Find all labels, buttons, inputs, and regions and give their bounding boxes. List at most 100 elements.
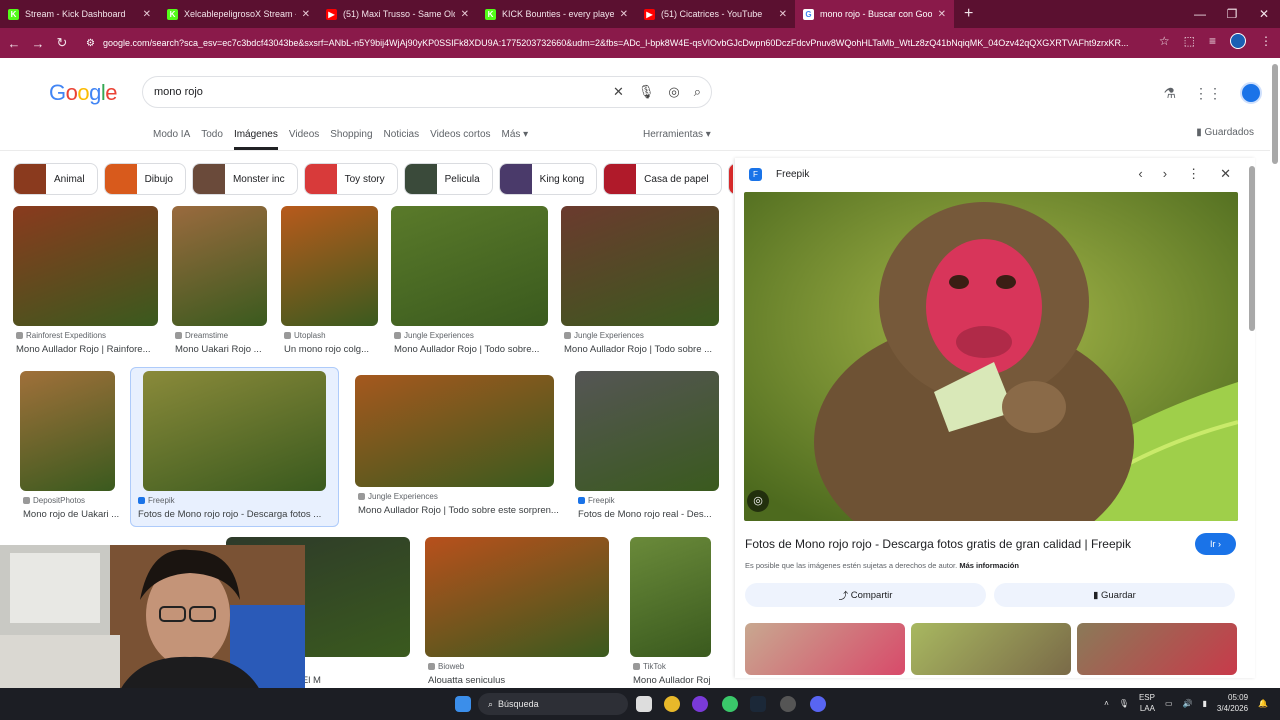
taskbar-search[interactable]: ⌕ Búsqueda	[478, 693, 628, 715]
browser-tab[interactable]: Gmono rojo - Buscar con Google ✕	[795, 0, 954, 28]
result-thumbnail[interactable]	[391, 206, 548, 326]
result-source[interactable]: Jungle Experiences	[564, 331, 644, 340]
restore-icon[interactable]: ❐	[1216, 7, 1248, 21]
result-thumbnail[interactable]	[355, 375, 554, 487]
result-thumbnail[interactable]	[281, 206, 378, 326]
saved-button[interactable]: ▮ Guardados	[1196, 127, 1254, 138]
related-image[interactable]	[911, 623, 1071, 675]
app-icon[interactable]	[692, 696, 708, 712]
filter-tab[interactable]: Videos	[289, 129, 319, 150]
close-panel-icon[interactable]: ✕	[1220, 166, 1231, 182]
share-button[interactable]: ⤴ Compartir	[745, 583, 986, 607]
visual-search-icon[interactable]: ◎	[747, 490, 769, 512]
page-scrollbar[interactable]	[1270, 58, 1280, 688]
suggestion-chip[interactable]: Pelicula	[403, 163, 493, 195]
url-field[interactable]: ⚙ google.com/search?sca_esv=ec7c3bdcf430…	[86, 33, 1136, 53]
more-info-link[interactable]: Más información	[959, 561, 1019, 570]
result-source[interactable]: Freepik	[138, 496, 175, 505]
notifications-icon[interactable]: 🔔	[1258, 699, 1268, 708]
browser-tab[interactable]: K KICK Bounties - every player fo ✕	[477, 0, 636, 28]
new-tab-button[interactable]: +	[964, 5, 973, 23]
result-thumbnail[interactable]	[575, 371, 719, 491]
tab-close-icon[interactable]: ✕	[620, 9, 628, 20]
suggestion-chip[interactable]: Dibujo	[103, 163, 186, 195]
filter-tab[interactable]: Modo IA	[153, 129, 190, 150]
result-caption[interactable]: Fotos de Mono rojo rojo - Descarga fotos…	[138, 509, 323, 520]
result-thumbnail[interactable]	[13, 206, 158, 326]
preview-image[interactable]	[744, 192, 1238, 521]
google-logo[interactable]: Google	[49, 80, 118, 106]
language-indicator[interactable]: ESP LAA	[1139, 692, 1155, 714]
result-thumbnail[interactable]	[143, 371, 326, 491]
save-button[interactable]: ▮ Guardar	[994, 583, 1235, 607]
settings-icon[interactable]	[780, 696, 796, 712]
result-thumbnail[interactable]	[172, 206, 267, 326]
result-source[interactable]: Jungle Experiences	[358, 492, 438, 501]
tab-close-icon[interactable]: ✕	[779, 9, 787, 20]
result-caption[interactable]: Mono Aullador Roj	[633, 675, 743, 686]
media-icon[interactable]: ≡	[1209, 34, 1216, 48]
browser-menu-icon[interactable]: ⋮	[1260, 34, 1272, 48]
visit-button[interactable]: Ir ›	[1195, 533, 1236, 555]
suggestion-chip[interactable]: Monster inc	[191, 163, 298, 195]
filter-tab[interactable]: Más ▾	[502, 129, 529, 150]
suggestion-chip[interactable]: Casa de papel	[603, 163, 722, 195]
extensions-icon[interactable]: ⬚	[1184, 34, 1195, 48]
filter-tab[interactable]: Todo	[201, 129, 223, 150]
tab-close-icon[interactable]: ✕	[143, 9, 151, 20]
result-thumbnail[interactable]	[561, 206, 719, 326]
browser-tab[interactable]: ▶ (51) Maxi Trusso - Same Old St ✕	[318, 0, 477, 28]
result-source[interactable]: Dreamstime	[175, 331, 228, 340]
filter-tab[interactable]: Shopping	[330, 129, 372, 150]
filter-tab[interactable]: Videos cortos	[430, 129, 490, 150]
volume-icon[interactable]: 🔊	[1183, 699, 1193, 708]
lens-icon[interactable]: ◎	[668, 84, 679, 100]
result-caption[interactable]: Mono Uakari Rojo ...	[175, 344, 285, 355]
battery-icon[interactable]: ▮	[1202, 699, 1206, 708]
labs-icon[interactable]: ⚗	[1163, 85, 1176, 102]
next-icon[interactable]: ›	[1163, 166, 1167, 182]
minimize-icon[interactable]: —	[1184, 7, 1216, 21]
tab-close-icon[interactable]: ✕	[938, 9, 946, 20]
mic-icon[interactable]: 🎙	[638, 84, 655, 100]
windows-start-icon[interactable]	[455, 696, 471, 712]
more-options-icon[interactable]: ⋮	[1187, 166, 1200, 182]
result-source[interactable]: Bioweb	[428, 662, 464, 671]
chrome-profile-icon[interactable]	[722, 696, 738, 712]
chevron-up-icon[interactable]: ˄	[1104, 699, 1109, 708]
suggestion-chip[interactable]: King kong	[498, 163, 598, 195]
discord-icon[interactable]	[810, 696, 826, 712]
result-source[interactable]: Rainforest Expeditions	[16, 331, 106, 340]
result-caption[interactable]: Mono Aullador Rojo | Todo sobre...	[394, 344, 551, 355]
browser-tab[interactable]: ▶ (51) Cicatrices - YouTube ✕	[636, 0, 795, 28]
browser-tab[interactable]: K Stream - Kick Dashboard ✕	[0, 0, 159, 28]
panel-title[interactable]: Fotos de Mono rojo rojo - Descarga fotos…	[745, 537, 1131, 551]
back-icon[interactable]: ←	[2, 36, 26, 51]
clock[interactable]: 05:09 3/4/2026	[1217, 692, 1248, 714]
result-source[interactable]: TikTok	[633, 662, 666, 671]
result-caption[interactable]: Mono Aullador Rojo | Todo sobre ...	[564, 344, 722, 355]
site-info-icon[interactable]: ⚙	[86, 38, 95, 49]
result-thumbnail[interactable]	[20, 371, 115, 491]
suggestion-chip[interactable]: Animal	[13, 163, 98, 195]
result-caption[interactable]: Mono rojo de Uakari ...	[23, 509, 133, 520]
reload-icon[interactable]: ↻	[50, 35, 74, 51]
account-avatar[interactable]	[1240, 82, 1262, 104]
browser-tab[interactable]: K XelcablepeligrosoX Stream - W ✕	[159, 0, 318, 28]
suggestion-chip[interactable]: A	[727, 163, 733, 195]
result-caption[interactable]: Mono Aullador Rojo | Rainfore...	[16, 344, 161, 355]
profile-avatar[interactable]	[1230, 33, 1246, 49]
file-explorer-icon[interactable]	[636, 696, 652, 712]
search-input[interactable]: mono rojo ✕ 🎙 ◎ ⌕	[142, 76, 712, 108]
panel-scrollbar[interactable]	[1249, 166, 1255, 331]
result-source[interactable]: Freepik	[578, 496, 615, 505]
result-caption[interactable]: Alouatta seniculus	[428, 675, 612, 686]
related-image[interactable]	[745, 623, 905, 675]
result-source[interactable]: Utoplash	[284, 331, 326, 340]
result-thumbnail[interactable]	[630, 537, 711, 657]
chrome-icon[interactable]	[664, 696, 680, 712]
steam-icon[interactable]	[750, 696, 766, 712]
mic-tray-icon[interactable]: 🎙	[1119, 699, 1129, 708]
result-source[interactable]: Jungle Experiences	[394, 331, 474, 340]
prev-icon[interactable]: ‹	[1138, 166, 1142, 182]
